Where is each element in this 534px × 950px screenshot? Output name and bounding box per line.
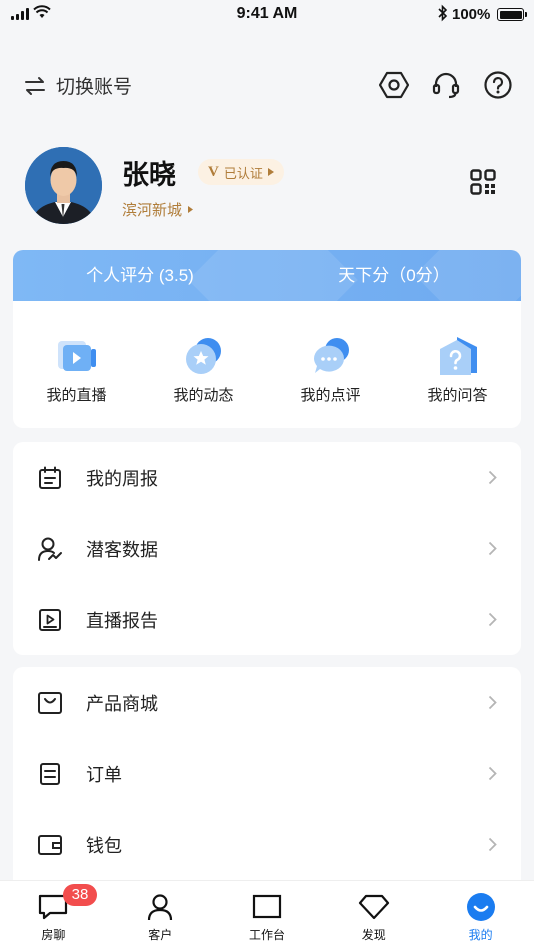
tab-mine[interactable]: 我的 <box>427 881 534 950</box>
user-chart-icon <box>37 536 63 562</box>
profile-header: 张晓 V 已认证 滨河新城 <box>0 145 534 225</box>
personal-score[interactable]: 个人评分 (3.5) <box>13 250 267 301</box>
chevron-right-icon <box>488 470 497 485</box>
question-house-icon <box>439 337 477 375</box>
stats-card: 个人评分 (3.5) 天下分（0分） 我的直播 我的动态 我的点评 我的问答 <box>13 250 521 428</box>
user-name: 张晓 <box>122 160 176 190</box>
tab-label: 工作台 <box>248 928 285 942</box>
chevron-right-icon <box>488 766 497 781</box>
settings-hexagon-icon <box>379 71 409 99</box>
tab-label: 房聊 <box>41 928 66 942</box>
tab-label: 我的 <box>468 928 493 942</box>
tab-label: 发现 <box>361 928 386 942</box>
verified-v-icon: V <box>208 163 219 180</box>
menu-label: 订单 <box>86 764 122 785</box>
verified-label: 已认证 <box>223 165 263 181</box>
quick-my-moments[interactable]: 我的动态 <box>140 301 267 428</box>
unread-badge: 38 <box>63 884 97 906</box>
tab-discover[interactable]: 发现 <box>320 881 427 950</box>
tab-customer[interactable]: 客户 <box>107 881 214 950</box>
avatar[interactable] <box>25 147 102 224</box>
qr-code-icon[interactable] <box>470 169 496 195</box>
menu-orders[interactable]: 订单 <box>13 738 521 809</box>
discover-diamond-icon <box>358 891 390 923</box>
chevron-right-icon <box>488 695 497 710</box>
order-icon <box>37 761 63 787</box>
area-label: 滨河新城 <box>122 202 183 219</box>
menu-label: 潜客数据 <box>86 539 158 560</box>
area-selector[interactable]: 滨河新城 <box>122 199 194 220</box>
quick-label: 我的问答 <box>427 387 488 404</box>
top-bar: 切换账号 <box>0 62 534 108</box>
menu-prospect-data[interactable]: 潜客数据 <box>13 513 521 584</box>
live-video-icon <box>57 341 96 371</box>
chevron-right-icon <box>488 837 497 852</box>
bottom-tab-bar: 房聊 38 客户 工作台 发现 我的 <box>0 880 534 950</box>
tab-workbench[interactable]: 工作台 <box>214 881 321 950</box>
switch-account-button[interactable]: 切换账号 <box>24 72 132 99</box>
avatar-photo <box>25 147 102 224</box>
menu-card-commerce: 产品商城 订单 钱包 <box>13 667 521 889</box>
bluetooth-icon <box>438 4 448 22</box>
quick-entries: 我的直播 我的动态 我的点评 我的问答 <box>13 301 521 428</box>
help-button[interactable] <box>483 70 513 100</box>
menu-label: 直播报告 <box>86 610 158 631</box>
calendar-icon <box>37 465 63 491</box>
question-circle-icon <box>484 71 512 99</box>
world-score[interactable]: 天下分（0分） <box>267 250 521 301</box>
menu-weekly-report[interactable]: 我的周报 <box>13 442 521 513</box>
tab-chat[interactable]: 房聊 38 <box>0 881 107 950</box>
quick-label: 我的动态 <box>173 387 234 404</box>
verified-badge[interactable]: V 已认证 <box>198 159 284 185</box>
quick-label: 我的直播 <box>46 387 107 404</box>
quick-my-live[interactable]: 我的直播 <box>13 301 140 428</box>
tab-label: 客户 <box>148 928 173 942</box>
battery-percent: 100% <box>452 6 491 23</box>
wallet-icon <box>37 832 63 858</box>
moments-star-icon <box>185 338 221 374</box>
quick-label: 我的点评 <box>300 387 361 404</box>
menu-product-mall[interactable]: 产品商城 <box>13 667 521 738</box>
settings-button[interactable] <box>379 70 409 100</box>
swap-arrows-icon <box>25 76 45 95</box>
shopping-bag-icon <box>37 690 63 716</box>
status-bar: 9:41 AM 100% <box>0 0 534 30</box>
headset-icon <box>432 72 460 99</box>
quick-my-comments[interactable]: 我的点评 <box>267 301 394 428</box>
customer-icon <box>144 891 176 923</box>
profile-smile-icon <box>465 891 497 923</box>
score-band: 个人评分 (3.5) 天下分（0分） <box>13 250 521 301</box>
play-report-icon <box>37 607 63 633</box>
menu-label: 钱包 <box>86 835 122 856</box>
quick-my-qa[interactable]: 我的问答 <box>394 301 521 428</box>
menu-wallet[interactable]: 钱包 <box>13 809 521 880</box>
switch-account-label: 切换账号 <box>56 77 133 98</box>
comment-bubble-icon <box>313 338 349 373</box>
menu-live-report[interactable]: 直播报告 <box>13 584 521 655</box>
triangle-right-icon <box>188 206 194 213</box>
workbench-icon <box>251 891 283 923</box>
chevron-right-icon <box>488 612 497 627</box>
customer-service-button[interactable] <box>431 70 461 100</box>
menu-label: 产品商城 <box>86 693 158 714</box>
triangle-right-icon <box>267 168 274 176</box>
menu-label: 我的周报 <box>86 468 158 489</box>
chevron-right-icon <box>488 541 497 556</box>
menu-card-reports: 我的周报 潜客数据 直播报告 <box>13 442 521 655</box>
battery-icon <box>497 8 527 21</box>
